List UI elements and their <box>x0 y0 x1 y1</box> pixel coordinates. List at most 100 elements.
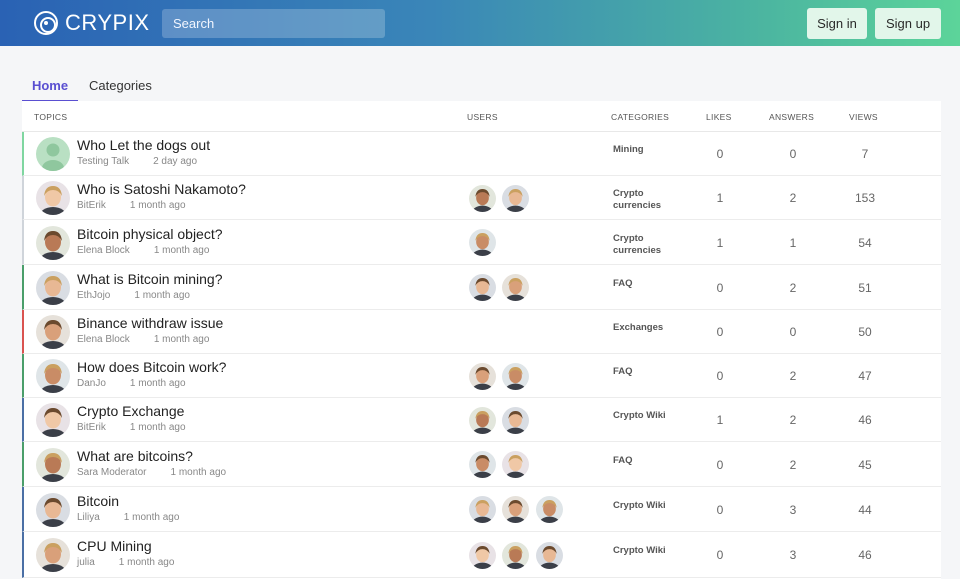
column-header-likes: LIKES <box>706 112 732 122</box>
tab-home[interactable]: Home <box>22 72 78 102</box>
topic-category[interactable]: Crypto currencies <box>613 233 693 257</box>
user-avatar-icon[interactable] <box>36 447 70 482</box>
user-avatar-icon[interactable] <box>36 270 70 305</box>
topic-row[interactable]: Binance withdraw issue Elena Block 1 month… <box>22 310 941 354</box>
user-avatar-icon[interactable] <box>36 315 70 349</box>
topic-time: 2 day ago <box>153 156 198 167</box>
column-header-topics: TOPICS <box>34 112 68 122</box>
user-avatar-icon[interactable] <box>469 451 496 478</box>
topic-row[interactable]: Bitcoin physical object? Elena Block 1 mon… <box>22 220 941 265</box>
user-avatar-icon[interactable] <box>36 359 70 393</box>
topic-author[interactable]: Testing Talk <box>77 156 129 167</box>
topic-time: 1 month ago <box>170 466 227 478</box>
topic-row[interactable]: Crypto Exchange BitErik 1 month ago Crypto … <box>22 398 941 442</box>
user-avatar-icon[interactable] <box>502 184 529 212</box>
user-avatar-icon[interactable] <box>469 229 496 256</box>
topic-category[interactable]: Mining <box>613 144 693 156</box>
topic-author[interactable]: Liliya <box>77 512 100 523</box>
user-avatar-icon[interactable] <box>502 406 529 434</box>
user-avatar-icon[interactable] <box>469 406 496 434</box>
topic-author[interactable]: Elena Block <box>77 334 130 345</box>
topic-category[interactable]: Crypto Wiki <box>613 545 693 557</box>
topics-table: TOPICS USERS CATEGORIES LIKES ANSWERS VI… <box>22 101 941 579</box>
topic-author[interactable]: Elena Block <box>77 245 130 256</box>
topic-author[interactable]: Sara Moderator <box>77 467 146 478</box>
user-avatar-icon[interactable] <box>36 225 70 260</box>
user-avatar-icon[interactable] <box>469 184 496 212</box>
likes-count: 0 <box>716 147 724 161</box>
user-avatar-icon[interactable] <box>469 541 496 569</box>
logo[interactable]: CRYPIX <box>34 10 150 36</box>
topic-title[interactable]: Bitcoin physical object? <box>77 226 223 242</box>
topic-row[interactable]: What is Bitcoin mining? EthJojo 1 month ag… <box>22 265 941 310</box>
topic-author[interactable]: julia <box>77 557 95 568</box>
topic-title[interactable]: Crypto Exchange <box>77 403 184 419</box>
user-avatar-icon[interactable] <box>36 181 70 215</box>
user-avatar-icon[interactable] <box>469 496 496 523</box>
topic-meta: DanJo 1 month ago <box>77 378 186 389</box>
topic-author[interactable]: DanJo <box>77 378 106 389</box>
views-count: 50 <box>858 325 872 339</box>
views-count: 45 <box>858 457 872 472</box>
sign-up-button[interactable]: Sign up <box>875 8 941 39</box>
topic-title[interactable]: Who is Satoshi Nakamoto? <box>77 181 246 197</box>
topic-category[interactable]: Exchanges <box>613 322 693 334</box>
user-avatar-icon[interactable] <box>36 492 70 527</box>
user-avatar-icon[interactable] <box>536 541 563 569</box>
topic-meta: Elena Block 1 month ago <box>77 245 209 256</box>
tab-categories[interactable]: Categories <box>89 72 152 102</box>
user-avatar-icon[interactable] <box>469 362 496 390</box>
topic-time: 1 month ago <box>134 289 190 301</box>
topic-author[interactable]: EthJojo <box>77 290 110 301</box>
user-avatar-icon[interactable] <box>502 274 529 301</box>
topic-meta: Liliya 1 month ago <box>77 512 179 523</box>
topic-row[interactable]: Who Let the dogs out Testing Talk 2 day ag… <box>22 132 941 176</box>
topic-title[interactable]: Binance withdraw issue <box>77 315 223 331</box>
topic-meta: Elena Block 1 month ago <box>77 334 209 345</box>
answers-count: 3 <box>789 502 797 517</box>
topic-title[interactable]: Bitcoin <box>77 493 119 509</box>
topic-row[interactable]: CPU Mining julia 1 month ago Crypto Wiki 0 3 4… <box>22 532 941 578</box>
topic-row[interactable]: How does Bitcoin work? DanJo 1 month ago FA… <box>22 354 941 398</box>
user-avatar-icon[interactable] <box>502 451 529 478</box>
answers-count: 2 <box>789 457 797 472</box>
user-avatar-icon[interactable] <box>36 538 70 572</box>
topic-row[interactable]: Who is Satoshi Nakamoto? BitErik 1 month a… <box>22 176 941 220</box>
topic-time: 1 month ago <box>153 334 210 345</box>
answers-count: 2 <box>789 413 797 427</box>
topic-meta: Sara Moderator 1 month ago <box>77 467 226 478</box>
views-count: 51 <box>858 280 872 295</box>
topic-category[interactable]: FAQ <box>613 366 693 378</box>
topic-title[interactable]: How does Bitcoin work? <box>77 359 226 375</box>
user-avatar-icon[interactable] <box>536 496 563 523</box>
topic-meta: EthJojo 1 month ago <box>77 290 190 301</box>
topic-category[interactable]: FAQ <box>613 278 693 290</box>
topic-title[interactable]: What are bitcoins? <box>77 448 193 464</box>
topic-category[interactable]: Crypto Wiki <box>613 500 693 512</box>
table-header: TOPICS USERS CATEGORIES LIKES ANSWERS VI… <box>22 101 941 132</box>
topic-author[interactable]: BitErik <box>77 422 106 433</box>
views-count: 153 <box>854 191 876 205</box>
user-avatar-icon[interactable] <box>502 496 529 523</box>
user-avatar-icon[interactable] <box>502 541 529 569</box>
column-header-answers: ANSWERS <box>769 112 815 122</box>
topic-row[interactable]: Bitcoin Liliya 1 month ago Crypto Wiki 0 3 44 <box>22 487 941 532</box>
topic-title[interactable]: CPU Mining <box>77 538 152 554</box>
search-input[interactable] <box>162 9 385 38</box>
topic-title[interactable]: Who Let the dogs out <box>77 137 210 153</box>
user-avatar-icon[interactable] <box>502 362 529 390</box>
views-count: 46 <box>858 548 872 562</box>
topic-category[interactable]: Crypto currencies <box>613 188 693 212</box>
user-avatar-icon[interactable] <box>469 274 496 301</box>
topic-title[interactable]: What is Bitcoin mining? <box>77 271 223 287</box>
default-avatar-icon[interactable] <box>36 137 70 171</box>
topic-row[interactable]: What are bitcoins? Sara Moderator 1 month … <box>22 442 941 487</box>
topic-meta: BitErik 1 month ago <box>77 422 186 433</box>
topic-author[interactable]: BitErik <box>77 200 106 211</box>
user-avatar-icon[interactable] <box>36 403 70 437</box>
sign-in-button[interactable]: Sign in <box>807 8 867 39</box>
topic-category[interactable]: Crypto Wiki <box>613 410 693 422</box>
answers-count: 2 <box>789 369 797 383</box>
topic-category[interactable]: FAQ <box>613 455 693 467</box>
column-header-categories: CATEGORIES <box>611 112 670 122</box>
